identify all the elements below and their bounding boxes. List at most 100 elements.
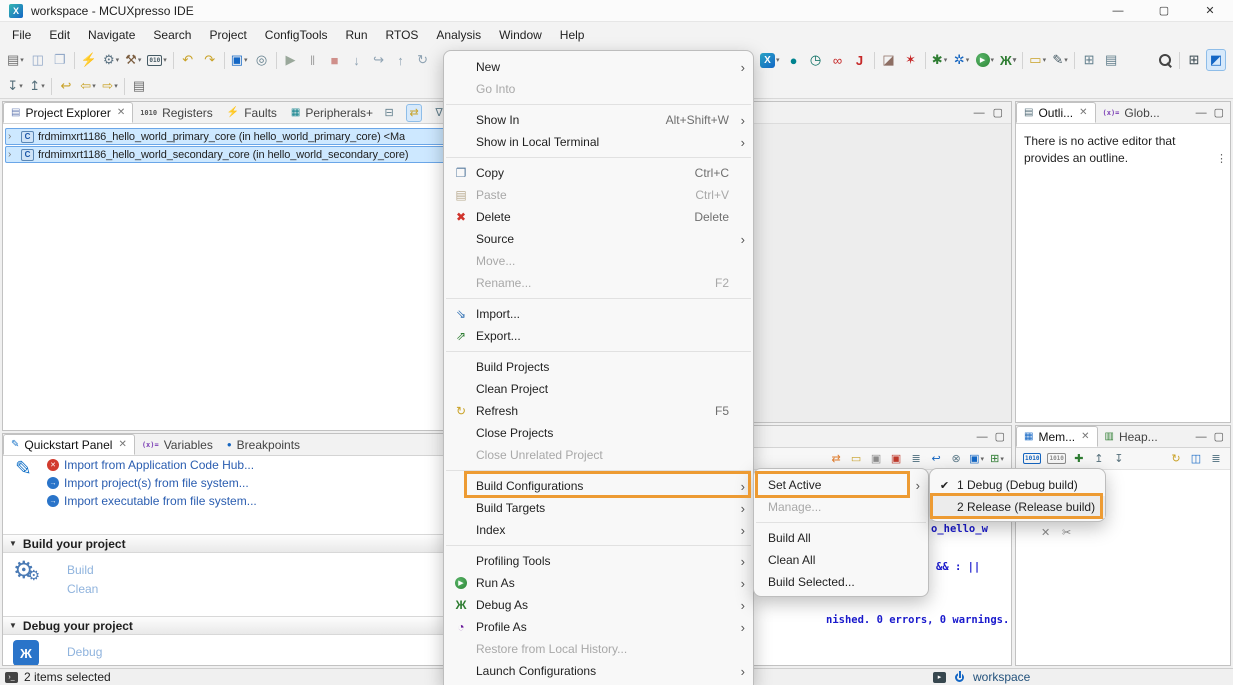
monitor-hex-icon[interactable]: 1010 [1021,450,1043,468]
menu-item-build-targets[interactable]: Build Targets› [444,497,753,519]
tab-registers[interactable]: 1010 Registers [133,102,220,123]
minimize-view-icon[interactable]: — [1196,107,1207,119]
open-folder-icon[interactable]: ▭▾ [1027,49,1048,71]
run-icon[interactable]: ▶▾ [974,49,997,71]
open-log-file-icon[interactable]: ▭ [847,450,865,468]
step-return-icon[interactable]: ↑ [391,49,411,71]
menu-item-set-active[interactable]: Set Active› [754,474,928,496]
tab-quickstart[interactable]: ✎ Quickstart Panel ✕ [3,434,135,455]
search-file-icon[interactable]: ◎ [252,49,272,71]
menu-item-build-configurations[interactable]: Build Configurations› [444,475,753,497]
search-icon[interactable] [1155,49,1175,71]
menu-rtos[interactable]: RTOS [377,25,428,45]
import-memory-icon[interactable]: ↧ [1110,450,1128,468]
collapse-all-icon[interactable]: ⊟ [381,104,397,122]
link-build[interactable]: Build [67,563,94,577]
menu-item-build-all[interactable]: Build All [754,527,928,549]
menu-project[interactable]: Project [200,25,255,45]
export-memory-icon[interactable]: ↥ [1090,450,1108,468]
tree-item-primary-core[interactable]: › C frdmimxrt1186_hello_world_primary_co… [5,128,451,145]
open-console-icon[interactable]: ▣▾ [229,49,250,71]
suspend-icon[interactable]: ‖ [303,49,323,71]
tab-faults[interactable]: ⚡ Faults [220,102,284,123]
close-window-button[interactable]: ✕ [1187,0,1233,22]
menu-item-debug-as[interactable]: ЖDebug As› [444,594,753,616]
menu-item-profiling-tools[interactable]: Profiling Tools› [444,550,753,572]
develop-perspective-icon[interactable]: ◩ [1206,49,1226,71]
menu-item-import[interactable]: ⇘Import... [444,303,753,325]
link-debug[interactable]: Debug [67,645,102,659]
menu-item-profile-as[interactable]: ◔Profile As› [444,616,753,638]
menu-item-build-selected[interactable]: Build Selected... [754,571,928,593]
menu-item-launch-configurations[interactable]: Launch Configurations› [444,660,753,682]
menu-item-close-projects[interactable]: Close Projects [444,422,753,444]
minimize-view-icon[interactable]: — [1196,431,1207,443]
link-terminate-build-debug[interactable]: Terminate, Build and Debug [67,664,215,666]
menu-item-export[interactable]: ⇗Export... [444,325,753,347]
resume-icon[interactable]: ▶ [281,49,301,71]
gui-flash-tool-icon[interactable]: ⚙▾ [101,49,121,71]
eraser-icon[interactable]: ◪ [879,49,899,71]
tab-project-explorer[interactable]: ▤ Project Explorer ✕ [3,102,133,123]
binary-utilities-icon[interactable]: 010▾ [145,49,168,71]
tab-peripherals[interactable]: ▦ Peripherals+ [284,102,380,123]
debug-icon[interactable]: Ж▾ [998,49,1018,71]
view-menu-icon[interactable]: ≣ [1207,450,1225,468]
menu-item-close-unrelated[interactable]: Close Unrelated Project [444,444,753,466]
maximize-view-icon[interactable]: ▢ [995,430,1005,443]
maximize-window-button[interactable]: ▢ [1141,0,1187,22]
close-tab-icon[interactable]: ✕ [1081,431,1089,442]
menu-file[interactable]: File [3,25,40,45]
menu-item-refresh[interactable]: ↻RefreshF5 [444,400,753,422]
menu-item-show-in[interactable]: Show InAlt+Shift+W› [444,109,753,131]
redo-icon[interactable]: ↷ [200,49,220,71]
build-icon[interactable]: ⚒▾ [123,49,143,71]
link-import-project[interactable]: Import project(s) from file system... [64,476,249,490]
open-console-icon[interactable]: ⊞▾ [988,450,1006,468]
clear-console-icon[interactable]: ⊗ [947,450,965,468]
menu-run[interactable]: Run [337,25,377,45]
restart-icon[interactable]: ↻ [413,49,433,71]
terminate-icon[interactable]: ■ [325,49,345,71]
menu-item-clean-all[interactable]: Clean All [754,549,928,571]
step-over-icon[interactable]: ↪ [369,49,389,71]
debug-section-header[interactable]: ▼ Debug your project [3,616,453,635]
expand-arrow-icon[interactable]: › [8,149,17,160]
jlink-icon[interactable]: J [850,49,870,71]
config-tools-icon[interactable]: X▾ [758,49,782,71]
annotate-icon[interactable]: ✎▾ [1050,49,1070,71]
clocks-tool-icon[interactable]: ◷ [806,49,826,71]
menu-item-show-in-local-terminal[interactable]: Show in Local Terminal› [444,131,753,153]
launch-target[interactable]: workspace [973,670,1030,684]
menu-search[interactable]: Search [144,25,200,45]
forward-history-icon[interactable]: ⇨▾ [100,75,120,97]
new-wizard-icon[interactable]: ▤▾ [5,49,26,71]
minimize-view-icon[interactable]: — [974,107,985,119]
trace-link-icon[interactable]: ∞ [828,49,848,71]
menu-item-debug-build[interactable]: ✔1 Debug (Debug build) [930,474,1105,496]
close-tab-icon[interactable]: ✕ [117,107,125,118]
link-clean[interactable]: Clean [67,582,98,596]
tab-memory[interactable]: ▦ Mem... ✕ [1016,426,1098,447]
back-history-icon[interactable]: ⇦▾ [78,75,98,97]
menu-item-rename[interactable]: Rename...F2 [444,272,753,294]
menu-item-go-into[interactable]: Go Into [444,78,753,100]
menu-item-release-build[interactable]: 2 Release (Release build) [930,496,1105,518]
menu-item-source[interactable]: Source› [444,228,753,250]
save-all-icon[interactable]: ❐ [50,49,70,71]
grid-icon[interactable]: ⊞ [1079,49,1099,71]
last-edit-location-icon[interactable]: ↩ [56,75,76,97]
menu-analysis[interactable]: Analysis [427,25,490,45]
menu-item-delete[interactable]: ✖DeleteDelete [444,206,753,228]
show-console-output-icon[interactable]: ⇄ [827,450,845,468]
minimize-view-icon[interactable]: — [977,431,988,443]
add-memory-monitor-icon[interactable]: ✚ [1070,450,1088,468]
maximize-view-icon[interactable]: ▢ [993,106,1003,119]
menu-item-new[interactable]: New› [444,56,753,78]
menu-item-clean-project[interactable]: Clean Project [444,378,753,400]
new-untitled-text-icon[interactable]: ▤ [129,75,149,97]
menu-help[interactable]: Help [551,25,594,45]
tab-heap[interactable]: ▥ Heap... [1098,426,1165,447]
tab-global-variables[interactable]: (x)= Glob... [1096,102,1167,123]
analysis-icon[interactable]: ✶ [901,49,921,71]
